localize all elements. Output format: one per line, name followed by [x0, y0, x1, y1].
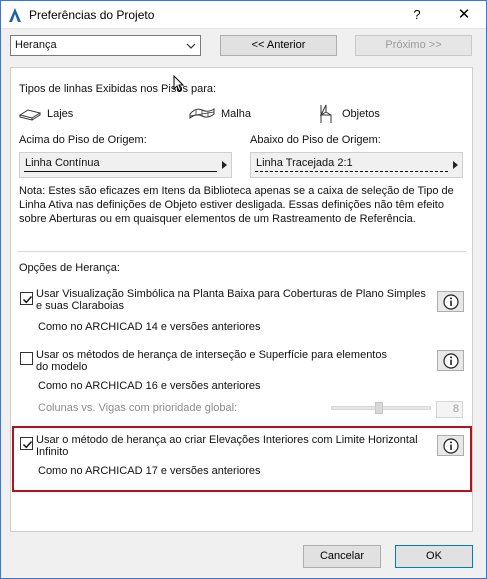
section-divider [17, 251, 466, 252]
ok-button[interactable]: OK [395, 545, 473, 568]
info-icon [443, 438, 459, 454]
archicad-logo-icon [8, 7, 22, 23]
above-line-type-picker[interactable]: Linha Contínua [19, 152, 232, 178]
option2-label-line2: do modelo [36, 361, 88, 373]
cancel-button[interactable]: Cancelar [303, 545, 381, 568]
objects-label: Objetos [342, 108, 380, 120]
below-floor-label: Abaixo do Piso de Origem: [250, 134, 381, 146]
note-line-2: Linha Ativa nas definições de Objeto est… [19, 199, 444, 211]
close-button[interactable]: ✕ [453, 5, 475, 25]
note-line-1: Nota: Estes são eficazes em Itens da Bib… [19, 185, 454, 197]
info-icon [443, 294, 459, 310]
slab-icon [18, 107, 42, 124]
option2-note: Como no ARCHICAD 16 e versões anteriores [38, 380, 261, 392]
option3-label-line2: Infinito [36, 446, 69, 458]
option3-note: Como no ARCHICAD 17 e versões anteriores [38, 465, 261, 477]
priority-slider-thumb[interactable] [375, 402, 383, 414]
option3-info-button[interactable] [437, 435, 464, 456]
next-button[interactable]: Próximo >> [355, 35, 472, 56]
chair-icon [318, 104, 334, 127]
dashed-line-preview [255, 171, 448, 172]
title-bar: Preferências do Projeto ? ✕ [1, 1, 486, 29]
above-floor-label: Acima do Piso de Origem: [19, 134, 147, 146]
option3-checkbox[interactable] [20, 437, 33, 450]
window-title: Preferências do Projeto [29, 8, 155, 22]
priority-value-field[interactable]: 8 [436, 401, 463, 418]
dialog-window: Preferências do Projeto ? ✕ Herança << A… [0, 0, 487, 579]
previous-button[interactable]: << Anterior [220, 35, 337, 56]
inheritance-heading: Opções de Herança: [19, 262, 120, 274]
option1-checkbox[interactable] [20, 292, 33, 305]
option3-label-line1: Usar o método de herança ao criar Elevaç… [36, 434, 418, 446]
line-types-heading: Tipos de linhas Exibidas nos Pisos para: [19, 83, 217, 95]
help-button[interactable]: ? [406, 5, 428, 25]
settings-panel: Tipos de linhas Exibidas nos Pisos para:… [10, 67, 473, 532]
below-line-type-value: Linha Tracejada 2:1 [256, 157, 353, 169]
option2-checkbox[interactable] [20, 352, 33, 365]
chevron-down-icon [186, 41, 196, 51]
option2-info-button[interactable] [437, 350, 464, 371]
option1-note: Como no ARCHICAD 14 e versões anteriores [38, 321, 261, 333]
arrow-right-icon [222, 161, 227, 169]
below-line-type-picker[interactable]: Linha Tracejada 2:1 [250, 152, 463, 178]
mesh-icon [188, 105, 216, 124]
note-line-3: sobre Aberturas ou em quaisquer elemento… [19, 213, 416, 225]
option1-label-line2: e suas Claraboias [36, 300, 125, 312]
option1-info-button[interactable] [437, 291, 464, 312]
arrow-right-icon [453, 161, 458, 169]
option2-label-line1: Usar os métodos de herança de interseção… [36, 349, 387, 361]
page-select[interactable]: Herança [10, 35, 201, 56]
slab-label: Lajes [47, 108, 74, 120]
priority-label: Colunas vs. Vigas com prioridade global: [38, 402, 238, 414]
option1-label-line1: Usar Visualização Simbólica na Planta Ba… [36, 288, 426, 300]
mouse-cursor-icon [173, 74, 185, 96]
mesh-label: Malha [221, 108, 251, 120]
info-icon [443, 353, 459, 369]
solid-line-preview [24, 171, 217, 172]
page-select-value: Herança [15, 39, 57, 51]
above-line-type-value: Linha Contínua [25, 157, 100, 169]
